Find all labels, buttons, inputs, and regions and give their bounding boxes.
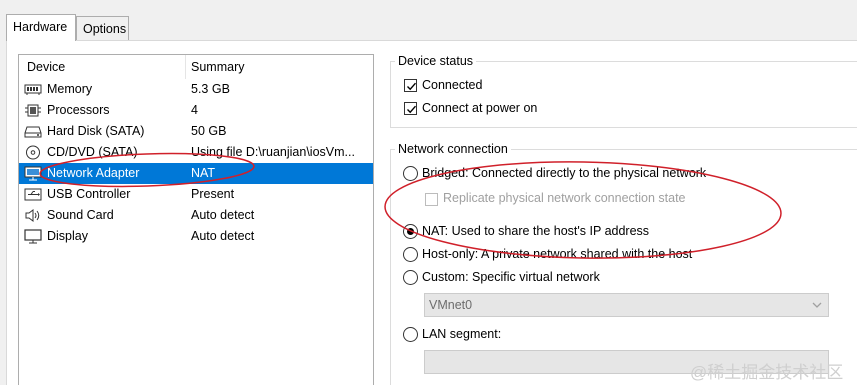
sound-icon <box>24 208 42 223</box>
column-header-summary[interactable]: Summary <box>191 60 244 74</box>
device-summary: 5.3 GB <box>191 82 230 96</box>
connected-checkbox[interactable] <box>404 79 417 92</box>
column-separator[interactable] <box>185 55 186 79</box>
vmnet-select-value: VMnet0 <box>429 298 473 312</box>
connect-at-power-on-checkbox[interactable] <box>404 102 417 115</box>
chevron-down-icon <box>812 302 822 308</box>
device-name: Memory <box>47 82 93 96</box>
device-name: USB Controller <box>47 187 131 201</box>
connect-at-power-on-label[interactable]: Connect at power on <box>422 101 537 115</box>
vmnet-select[interactable]: VMnet0 <box>424 293 829 317</box>
replicate-state-checkbox[interactable] <box>425 193 438 206</box>
nat-radio[interactable] <box>403 224 418 239</box>
device-status-group <box>390 61 857 128</box>
lan-segment-label[interactable]: LAN segment: <box>422 327 501 341</box>
device-name: Sound Card <box>47 208 114 222</box>
usb-icon <box>24 187 42 202</box>
device-name: Display <box>47 229 88 243</box>
nat-label[interactable]: NAT: Used to share the host's IP address <box>422 224 649 238</box>
tab-options[interactable]: Options <box>76 16 129 40</box>
device-name: Processors <box>47 103 110 117</box>
checkmark-icon <box>407 82 417 91</box>
device-summary: Auto detect <box>191 229 255 243</box>
lan-segment-radio[interactable] <box>403 327 418 342</box>
device-row-processors[interactable]: Processors 4 <box>19 100 373 121</box>
watermark: @稀土掘金技术社区 <box>690 363 844 382</box>
tab-hardware[interactable]: Hardware <box>6 14 76 41</box>
memory-icon <box>24 82 42 97</box>
checkmark-icon <box>407 105 417 114</box>
device-summary: 4 <box>191 103 198 117</box>
bridged-radio[interactable] <box>403 166 418 181</box>
device-list-header: Device Summary <box>19 55 373 79</box>
radio-selected-dot <box>407 228 414 235</box>
device-row-network-adapter[interactable]: Network Adapter NAT <box>19 163 373 184</box>
column-header-device[interactable]: Device <box>27 60 65 74</box>
host-only-radio[interactable] <box>403 247 418 262</box>
device-name: CD/DVD (SATA) <box>47 145 138 159</box>
replicate-state-label[interactable]: Replicate physical network connection st… <box>443 191 686 205</box>
device-row-cd-dvd[interactable]: CD/DVD (SATA) Using file D:\ruanjian\ios… <box>19 142 373 163</box>
custom-radio[interactable] <box>403 270 418 285</box>
custom-label[interactable]: Custom: Specific virtual network <box>422 270 600 284</box>
device-summary: Auto detect <box>191 208 255 222</box>
connected-label[interactable]: Connected <box>422 78 482 92</box>
processor-icon <box>24 103 42 118</box>
device-name: Network Adapter <box>47 166 140 180</box>
device-status-title: Device status <box>395 54 477 68</box>
device-row-memory[interactable]: Memory 5.3 GB <box>19 79 373 100</box>
network-adapter-icon <box>24 166 42 181</box>
device-row-display[interactable]: Display Auto detect <box>19 226 373 247</box>
device-summary: 50 GB <box>191 124 227 138</box>
device-row-hard-disk[interactable]: Hard Disk (SATA) 50 GB <box>19 121 373 142</box>
device-row-usb-controller[interactable]: USB Controller Present <box>19 184 373 205</box>
device-name: Hard Disk (SATA) <box>47 124 145 138</box>
network-connection-title: Network connection <box>395 142 511 156</box>
cd-dvd-icon <box>24 145 42 160</box>
hard-disk-icon <box>24 124 42 139</box>
device-row-sound-card[interactable]: Sound Card Auto detect <box>19 205 373 226</box>
device-summary: NAT <box>191 166 216 180</box>
device-summary: Present <box>191 187 235 201</box>
device-list[interactable]: Device Summary Memory 5.3 GB Processors … <box>18 54 374 385</box>
display-icon <box>24 229 42 244</box>
host-only-label[interactable]: Host-only: A private network shared with… <box>422 247 692 261</box>
bridged-label[interactable]: Bridged: Connected directly to the physi… <box>422 166 706 180</box>
device-summary: Using file D:\ruanjian\iosVm... <box>191 145 355 159</box>
